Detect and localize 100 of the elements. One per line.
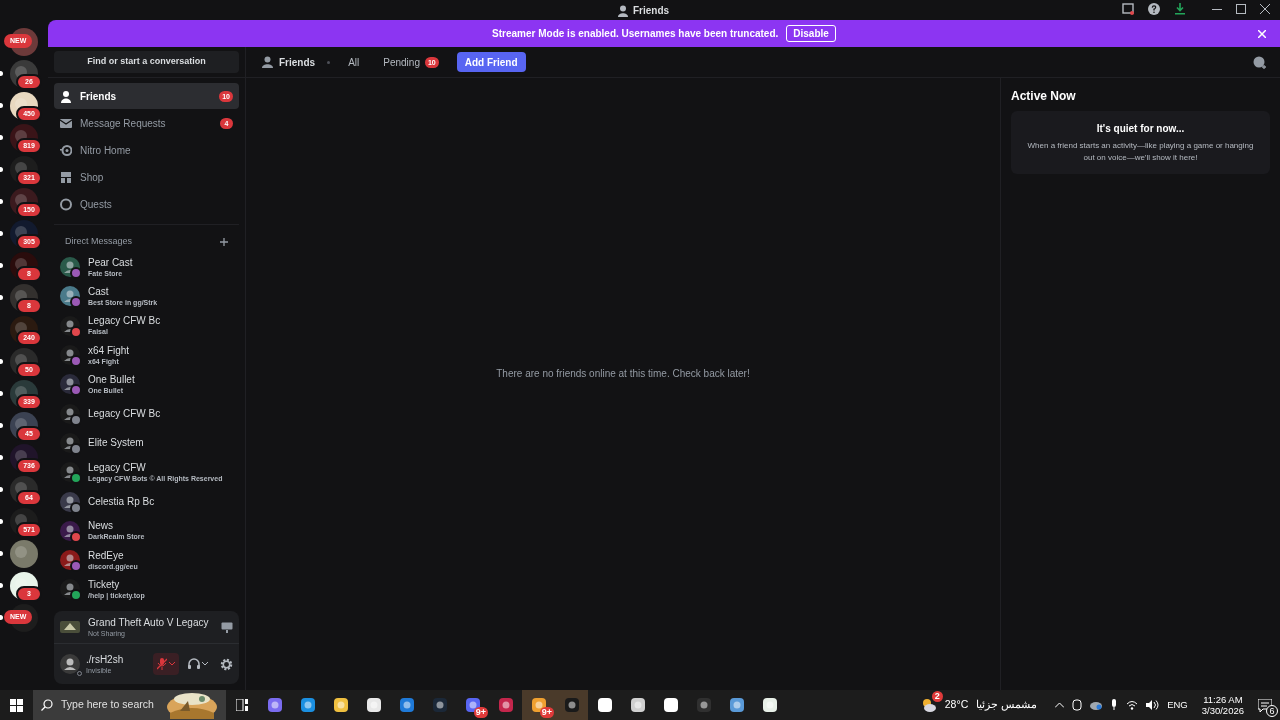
notification-count: 6 [1266,704,1278,717]
maximize-icon[interactable] [1236,4,1246,14]
friends-icon [60,89,72,103]
window-title: Friends [633,4,670,18]
dm-item[interactable]: Elite System [54,428,239,458]
app-icon [431,697,448,713]
page-title: Friends [279,55,316,70]
microphone-icon [157,658,167,670]
caret-icon [202,662,208,666]
quest-icon [60,197,72,211]
dm-name: Tickety [88,578,121,591]
envelope-icon [60,116,72,130]
new-message-icon[interactable] [1253,55,1266,69]
app-icon [761,697,778,713]
server-icon[interactable] [10,540,38,568]
download-icon[interactable] [1174,3,1186,15]
dm-name: x64 Fight [88,344,130,357]
section-heading: Direct Messages [65,235,133,248]
meet-now-icon[interactable] [1072,699,1083,711]
add-friend-button[interactable]: Add Friend [456,52,526,72]
game-title: Grand Theft Auto V Legacy [88,616,210,629]
date-text: 3/30/2026 [1201,705,1244,716]
close-icon[interactable] [1260,4,1270,14]
app-icon [266,697,283,713]
app-icon [728,697,745,713]
dm-name: Cast [88,285,110,298]
dm-name: Legacy CFW [88,461,147,474]
taskbar-search-field[interactable]: Type here to search [33,690,226,720]
nav-item[interactable]: Nitro Home [54,137,239,163]
empty-state-message: There are no friends online at this time. Check back later! [496,366,750,381]
nav-label: Message Requests [80,116,167,131]
app-icon [662,697,679,713]
notification-icon[interactable] [1258,698,1272,712]
clock[interactable]: 11:26 AM 3/30/2026 [1201,694,1244,716]
nav-label: Shop [80,170,105,185]
app-icon [299,697,316,713]
notification-badge: 9+ [539,707,554,718]
game-icon [60,619,80,635]
wifi-icon[interactable] [1126,700,1139,710]
dm-name: News [88,520,114,533]
chevron-up-icon[interactable] [1055,702,1065,708]
weather-condition: مشمس جزئيا [976,697,1038,713]
nitro-icon [60,143,72,157]
notification-badge: 9+ [473,707,488,718]
app-icon [497,697,514,713]
banner-text: Streamer Mode is enabled. Usernames have been truncated. [492,27,779,41]
search-icon [41,699,53,711]
taskbar-button[interactable]: 9+ [522,690,555,720]
microphone-icon[interactable] [1110,699,1119,711]
screen-share-icon[interactable] [221,621,233,633]
dm-name: One Bullet [88,373,135,386]
username: ./rsH2sh [86,653,125,666]
app-icon [563,697,580,713]
friends-icon [618,4,628,17]
plus-icon[interactable] [220,237,228,246]
headphones-icon [188,658,200,670]
help-icon[interactable] [1148,3,1160,15]
dm-name: Legacy CFW Bc [88,407,161,420]
panel-title: Active Now [1011,88,1077,105]
settings-icon[interactable] [220,657,233,671]
dm-name: Legacy CFW Bc [88,315,161,328]
nav-label: Friends [80,89,118,104]
temperature-text: 28°C [944,697,969,713]
avatar-icon[interactable] [60,654,80,674]
weather-icon[interactable] [920,697,937,713]
dm-item[interactable]: Celestia Rp Bc [54,486,239,517]
dm-item[interactable]: Legacy CFW Bc [54,399,239,429]
dm-name: Pear Cast [88,256,133,269]
nav-label: Nitro Home [80,143,132,158]
taskbar-button[interactable]: 9+ [456,690,489,720]
caret-icon [169,662,175,666]
app-icon [332,697,349,713]
card-heading: It's quiet for now... [1096,122,1185,136]
dm-name: Celestia Rp Bc [88,495,155,508]
app-icon [695,697,712,713]
nav-label: Quests [80,197,113,212]
app-icon [629,697,646,713]
card-text: When a friend starts an activity—like playing a game or hanging out on voice—we'll show it here! [1027,140,1254,164]
tab[interactable]: All [342,52,366,72]
shop-icon [60,170,72,184]
app-icon [398,697,415,713]
friends-icon [262,56,273,68]
dm-name: Elite System [88,436,144,449]
search-field[interactable]: Find or start a conversation [54,51,239,73]
app-icon [596,697,613,713]
nav-item[interactable]: Shop [54,164,239,190]
search-placeholder: Type here to search [61,697,155,713]
mute-button[interactable] [153,653,179,675]
nav-item[interactable]: Quests [54,191,239,217]
windows-start-icon[interactable] [10,698,23,712]
dm-name: RedEye [88,549,125,562]
app-icon [365,697,382,713]
screen-share-icon[interactable] [1122,3,1134,15]
task-view-icon[interactable] [236,699,248,711]
time-text: 11:26 AM [1203,694,1243,705]
language-indicator[interactable]: ENG [1167,697,1188,713]
onedrive-icon[interactable] [1090,700,1103,710]
disable-button[interactable]: Disable [786,25,836,42]
volume-icon[interactable] [1146,700,1160,710]
alert-badge: 2 [931,691,943,702]
